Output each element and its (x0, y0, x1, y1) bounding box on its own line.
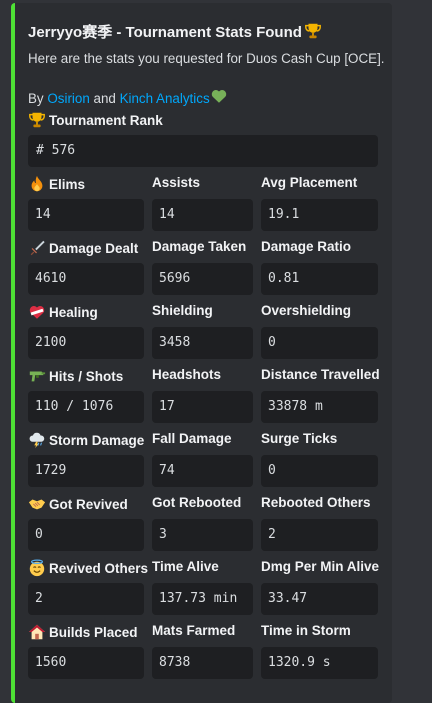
field-label-text: Dmg Per Min Alive (261, 559, 380, 574)
field-label-text: Shielding (152, 303, 213, 318)
field-label-distance-travelled: Distance Travelled (261, 367, 380, 382)
field-label-text: Got Revived (49, 496, 128, 512)
dagger-icon (28, 239, 46, 257)
kinch-analytics-link[interactable]: Kinch Analytics (120, 91, 210, 106)
green-heart-icon (210, 87, 228, 105)
field-label-builds-placed: Builds Placed (28, 623, 138, 641)
field-value-revived-others: 2 (28, 583, 144, 615)
field-label-avg-placement: Avg Placement (261, 175, 357, 190)
storm-cloud-icon (28, 431, 46, 449)
field-label-damage-taken: Damage Taken (152, 239, 246, 254)
field-value-hits-shots: 110 / 1076 (28, 391, 144, 423)
field-label-text: Got Rebooted (152, 495, 242, 510)
field-value-rebooted-others: 2 (261, 519, 378, 551)
field-label-text: Time in Storm (261, 623, 351, 638)
field-value-time-alive: 137.73 min (152, 583, 253, 615)
field-label-text: Avg Placement (261, 175, 358, 190)
field-value-damage-dealt: 4610 (28, 263, 144, 295)
field-value-fall-damage: 74 (152, 455, 253, 487)
field-label-text: Healing (49, 304, 98, 320)
field-label-overshielding: Overshielding (261, 303, 351, 318)
field-label-time-alive: Time Alive (152, 559, 219, 574)
byline-and: and (89, 91, 120, 106)
field-value-surge-ticks: 0 (261, 455, 378, 487)
field-label-rebooted-others: Rebooted Others (261, 495, 371, 510)
field-label-text: Distance Travelled (261, 367, 380, 382)
field-label-damage-ratio: Damage Ratio (261, 239, 351, 254)
field-label-text: Storm Damage (49, 432, 145, 448)
field-label-text: Headshots (152, 367, 222, 382)
field-label-text: Elims (49, 176, 86, 192)
water-pistol-icon (28, 367, 46, 385)
stats-embed: Jerryyo赛季 - Tournament Stats Found Here … (11, 3, 392, 703)
field-label-text: Hits / Shots (49, 368, 124, 384)
tournament-rank-value: # 576 (28, 135, 378, 167)
field-label-headshots: Headshots (152, 367, 221, 382)
field-value-builds-placed: 1560 (28, 647, 144, 679)
field-label-got-rebooted: Got Rebooted (152, 495, 241, 510)
field-label-text: Rebooted Others (261, 495, 371, 510)
field-label-storm-damage: Storm Damage (28, 431, 144, 449)
field-value-dmg-per-min-alive: 33.47 (261, 583, 378, 615)
bandaged-heart-icon (28, 303, 46, 321)
field-label-hits-shots: Hits / Shots (28, 367, 123, 385)
fire-icon (28, 175, 46, 193)
field-label-text: Revived Others (49, 560, 149, 576)
field-label-healing: Healing (28, 303, 98, 321)
tournament-rank-label-text: Tournament Rank (49, 112, 163, 128)
field-label-damage-dealt: Damage Dealt (28, 239, 138, 257)
field-label-surge-ticks: Surge Ticks (261, 431, 337, 446)
trophy-icon (28, 111, 46, 129)
field-label-text: Assists (152, 175, 201, 190)
field-value-got-rebooted: 3 (152, 519, 253, 551)
field-label-text: Damage Taken (152, 239, 247, 254)
field-label-text: Damage Dealt (49, 240, 139, 256)
field-value-shielding: 3458 (152, 327, 253, 359)
field-value-avg-placement: 19.1 (261, 199, 378, 231)
field-label-got-revived: Got Revived (28, 495, 128, 513)
field-value-healing: 2100 (28, 327, 144, 359)
field-value-overshielding: 0 (261, 327, 378, 359)
field-label-text: Surge Ticks (261, 431, 338, 446)
field-label-text: Damage Ratio (261, 239, 352, 254)
field-value-got-revived: 0 (28, 519, 144, 551)
field-value-elims: 14 (28, 199, 144, 231)
embed-title: Jerryyo赛季 - Tournament Stats Found (28, 21, 322, 42)
field-label-text: Overshielding (261, 303, 352, 318)
field-value-storm-damage: 1729 (28, 455, 144, 487)
field-label-fall-damage: Fall Damage (152, 431, 232, 446)
field-value-damage-taken: 5696 (152, 263, 253, 295)
field-label-text: Builds Placed (49, 624, 138, 640)
embed-description: Here are the stats you requested for Duo… (28, 51, 385, 66)
field-label-elims: Elims (28, 175, 85, 193)
field-label-time-in-storm: Time in Storm (261, 623, 351, 638)
field-label-dmg-per-min-alive: Dmg Per Min Alive (261, 559, 379, 574)
byline-prefix: By (28, 91, 48, 106)
field-label-text: Fall Damage (152, 431, 232, 446)
angel-face-icon (28, 559, 46, 577)
field-value-time-in-storm: 1320.9 s (261, 647, 378, 679)
osirion-link[interactable]: Osirion (47, 91, 89, 106)
field-value-damage-ratio: 0.81 (261, 263, 378, 295)
field-label-shielding: Shielding (152, 303, 213, 318)
embed-byline: By Osirion and Kinch Analytics (28, 87, 228, 106)
field-label-assists: Assists (152, 175, 200, 190)
tournament-rank-label: Tournament Rank (28, 111, 163, 129)
house-icon (28, 623, 46, 641)
field-label-mats-farmed: Mats Farmed (152, 623, 235, 638)
embed-title-text: Jerryyo赛季 - Tournament Stats Found (28, 24, 302, 41)
field-value-mats-farmed: 8738 (152, 647, 253, 679)
trophy-icon (304, 22, 322, 40)
field-value-headshots: 17 (152, 391, 253, 423)
field-label-text: Mats Farmed (152, 623, 236, 638)
field-label-text: Time Alive (152, 559, 219, 574)
field-value-distance-travelled: 33878 m (261, 391, 378, 423)
handshake-icon (28, 495, 46, 513)
field-value-assists: 14 (152, 199, 253, 231)
field-label-revived-others: Revived Others (28, 559, 148, 577)
